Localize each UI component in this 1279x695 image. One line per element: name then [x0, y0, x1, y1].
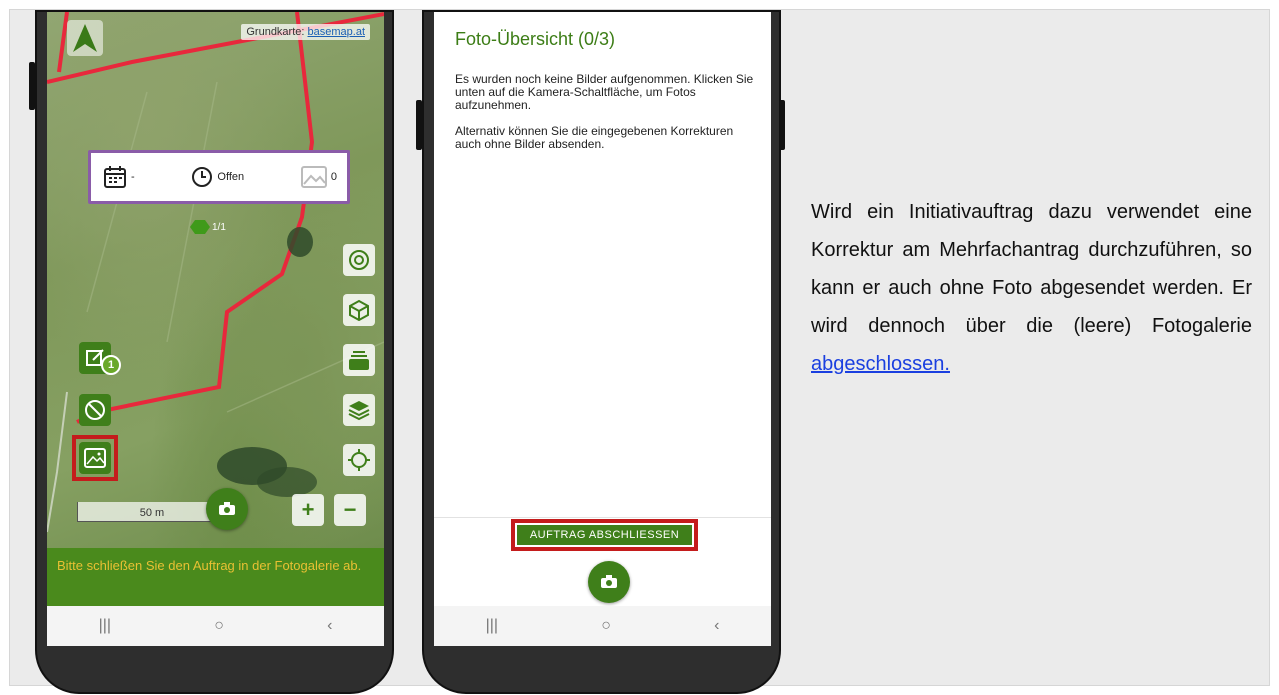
camera-icon [601, 575, 617, 588]
camera-icon [219, 502, 235, 515]
home-button[interactable]: ○ [601, 617, 611, 635]
alternative-text: Alternativ können Sie die eingegebenen K… [455, 124, 734, 151]
status-field: Offen [191, 166, 244, 188]
gallery-button[interactable] [79, 442, 111, 474]
block-icon [85, 400, 105, 420]
attribution-link[interactable]: basemap.at [308, 26, 365, 38]
phone-side-button [779, 100, 785, 150]
clock-icon [192, 167, 213, 187]
phone-side-button [416, 100, 422, 150]
page-title: Foto-Übersicht (0/3) [455, 29, 616, 49]
photo-count-value: 0 [330, 171, 337, 183]
stack-icon [348, 401, 370, 421]
parcel-hex-badge[interactable]: 1/1 [190, 219, 226, 235]
cube-icon [349, 299, 369, 321]
description-text: Wird ein Initiativauftrag dazu verwendet… [811, 193, 1252, 383]
map-scale: 50 m [77, 502, 227, 522]
recent-apps-button[interactable]: ||| [99, 617, 111, 635]
hint-message: Bitte schließen Sie den Auftrag in der F… [47, 548, 384, 606]
empty-gallery-message: Es wurden noch keine Bilder aufgenommen.… [455, 73, 755, 151]
card-layer-button[interactable] [343, 344, 375, 376]
layers-card-icon [349, 351, 369, 370]
cancel-button[interactable] [79, 394, 111, 426]
3d-button[interactable] [343, 294, 375, 326]
tree-shadow [287, 227, 313, 257]
date-value: - [131, 171, 135, 183]
no-photos-text: Es wurden noch keine Bilder aufgenommen.… [455, 72, 754, 112]
order-info-card[interactable]: - Offen 0 [88, 150, 350, 204]
description-body: Wird ein Initiativauftrag dazu verwendet… [811, 201, 1252, 337]
tree-cluster [257, 467, 317, 497]
locate-button[interactable] [343, 444, 375, 476]
zoom-out-button[interactable]: − [334, 494, 366, 526]
crosshair-icon [348, 449, 370, 471]
map-attribution: Grundkarte: basemap.at [241, 24, 370, 40]
android-nav-bar: ||| ○ ‹ [434, 606, 771, 646]
image-icon [300, 166, 327, 188]
back-button[interactable]: ‹ [714, 617, 719, 635]
parcel-count: 1/1 [212, 221, 226, 233]
description-link[interactable]: abgeschlossen. [811, 353, 950, 375]
zoom-in-button[interactable]: + [292, 494, 324, 526]
gallery-icon [84, 448, 106, 468]
calendar-icon [104, 166, 126, 188]
divider [434, 517, 771, 518]
phone-frame-gallery: Foto-Übersicht (0/3) Es wurden noch kein… [416, 10, 785, 694]
camera-button[interactable] [588, 561, 630, 603]
status-value: Offen [217, 171, 245, 183]
android-nav-bar: ||| ○ ‹ [47, 606, 384, 646]
target-button[interactable] [343, 244, 375, 276]
finish-order-button[interactable]: AUFTRAG ABSCHLIESSEN [517, 525, 692, 545]
back-button[interactable]: ‹ [327, 617, 332, 635]
content-panel: Grundkarte: basemap.at - Offen 0 1/1 1 5… [9, 9, 1270, 694]
phone-side-button [29, 62, 35, 110]
map-screen: Grundkarte: basemap.at - Offen 0 1/1 1 5… [47, 12, 384, 646]
camera-button[interactable] [206, 488, 248, 530]
app-logo-button[interactable] [67, 20, 103, 56]
home-button[interactable]: ○ [214, 617, 224, 635]
scale-label: 50 m [139, 507, 165, 519]
phone-frame-map: Grundkarte: basemap.at - Offen 0 1/1 1 5… [29, 10, 394, 694]
hexagon-icon [190, 220, 210, 234]
layers-button[interactable] [343, 394, 375, 426]
attribution-label: Grundkarte: [246, 26, 305, 38]
photo-count-field: 0 [300, 166, 337, 188]
aerial-map[interactable]: Grundkarte: basemap.at - Offen 0 1/1 1 5… [47, 12, 384, 548]
target-icon [349, 250, 369, 270]
recent-apps-button[interactable]: ||| [486, 617, 498, 635]
navigation-arrow-icon [73, 24, 97, 52]
correction-count-badge: 1 [101, 355, 121, 375]
photo-overview-screen: Foto-Übersicht (0/3) Es wurden noch kein… [434, 12, 771, 646]
date-field: - [103, 165, 135, 189]
